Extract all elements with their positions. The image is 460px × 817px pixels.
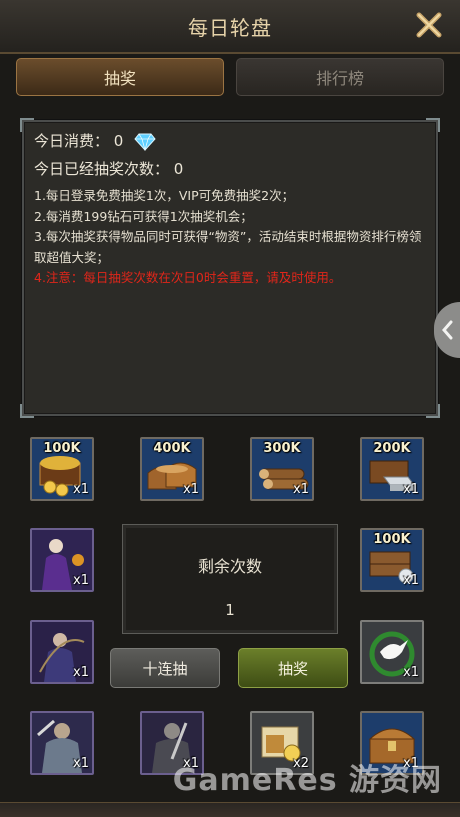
reward-slot-silver[interactable]: 100K x1 <box>360 528 424 592</box>
ten-draw-button[interactable]: 十连抽 <box>110 648 220 688</box>
rule-1: 1.每日登录免费抽奖1次，VIP可免费抽奖2次； <box>34 188 295 203</box>
bottom-frame <box>0 802 460 817</box>
consumption-value: 0 <box>113 132 124 150</box>
reward-slot-iron[interactable]: 200K x1 <box>360 437 424 501</box>
diamond-icon <box>134 133 156 151</box>
rule-warning: 4.注意：每日抽奖次数在次日0时会重置，请及时使用。 <box>34 270 342 285</box>
close-icon <box>416 12 442 38</box>
consumption-row: 今日消费： 0 <box>34 130 156 151</box>
draw-button[interactable]: 抽奖 <box>238 648 348 688</box>
reward-qty: x1 <box>403 573 419 588</box>
reward-amount: 300K <box>263 441 301 456</box>
chevron-left-icon <box>442 320 453 340</box>
reward-slot-grain[interactable]: 400K x1 <box>140 437 204 501</box>
tab-leaderboard[interactable]: 排行榜 <box>236 58 444 96</box>
tab-lottery[interactable]: 抽奖 <box>16 58 224 96</box>
reward-qty: x1 <box>73 665 89 680</box>
reward-amount: 200K <box>373 441 411 456</box>
reward-qty: x1 <box>183 482 199 497</box>
reward-qty: x1 <box>293 482 309 497</box>
reward-amount: 100K <box>373 532 411 547</box>
reward-qty: x1 <box>403 482 419 497</box>
reward-slot-wood[interactable]: 300K x1 <box>250 437 314 501</box>
rule-3: 3.每次抽奖获得物品同时可获得“物资”，活动结束时根据物资排行榜领取超值大奖； <box>34 229 422 265</box>
reward-qty: x1 <box>73 573 89 588</box>
top-bar: 每日轮盘 <box>0 0 460 54</box>
rule-2: 2.每消费199钻石可获得1次抽奖机会； <box>34 208 253 224</box>
reward-amount: 100K <box>43 441 81 456</box>
close-button[interactable] <box>412 8 446 42</box>
draws-value: 0 <box>173 160 184 178</box>
reward-qty: x1 <box>73 756 89 771</box>
remaining-label: 剩余次数 <box>197 557 262 576</box>
consumption-label: 今日消费： <box>34 132 110 150</box>
rules-text: 1.每日登录免费抽奖1次，VIP可免费抽奖2次； 2.每消费199钻石可获得1次… <box>34 186 432 289</box>
reward-qty: x1 <box>73 482 89 497</box>
reward-slot-archer[interactable]: x1 <box>30 620 94 684</box>
reward-slot-gold[interactable]: 100K x1 <box>30 437 94 501</box>
draws-row: 今日已经抽奖次数： 0 <box>34 158 183 179</box>
reward-slot-dove[interactable]: x1 <box>360 620 424 684</box>
page-title: 每日轮盘 <box>188 16 272 40</box>
reward-slot-knight[interactable]: x1 <box>30 711 94 775</box>
watermark-text: GameRes 游资网 <box>172 763 442 798</box>
draws-label: 今日已经抽奖次数： <box>34 160 170 178</box>
reward-slot-sorceress[interactable]: x1 <box>30 528 94 592</box>
reward-amount: 400K <box>153 441 191 456</box>
remaining-draws-box: 剩余次数 1 <box>122 524 338 634</box>
tab-bar: 抽奖 排行榜 <box>16 58 444 98</box>
reward-qty: x1 <box>403 665 419 680</box>
remaining-value: 1 <box>225 601 235 619</box>
info-panel: 今日消费： 0 今日已经抽奖次数： 0 1.每日登录免费抽奖1次，VIP可免费抽… <box>20 118 440 418</box>
